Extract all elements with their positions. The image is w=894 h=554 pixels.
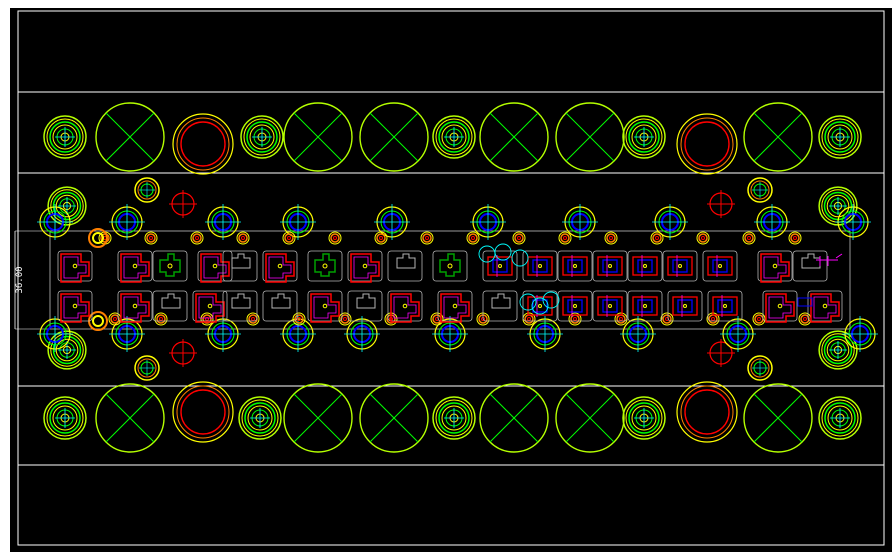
concentric-circle-icon	[432, 115, 476, 159]
concentric-circle-icon	[622, 115, 666, 159]
canvas-background	[10, 8, 892, 552]
concentric-circle-icon	[240, 115, 284, 159]
concentric-circle-icon	[47, 330, 87, 370]
concentric-circle-icon	[818, 396, 862, 440]
concentric-circle-icon	[47, 186, 87, 226]
concentric-circle-icon	[818, 330, 858, 370]
cad-viewport[interactable]: 36.00	[10, 8, 892, 552]
cad-drawing-canvas[interactable]: 36.00	[10, 8, 892, 552]
concentric-circle-icon	[238, 396, 282, 440]
concentric-circle-icon	[43, 115, 87, 159]
dimension-text: 36.00	[15, 266, 25, 293]
concentric-circle-icon	[432, 396, 476, 440]
concentric-circle-icon	[622, 396, 666, 440]
concentric-circle-icon	[43, 396, 87, 440]
concentric-circle-icon	[818, 115, 862, 159]
cad-screenshot: 36.00	[0, 0, 894, 554]
